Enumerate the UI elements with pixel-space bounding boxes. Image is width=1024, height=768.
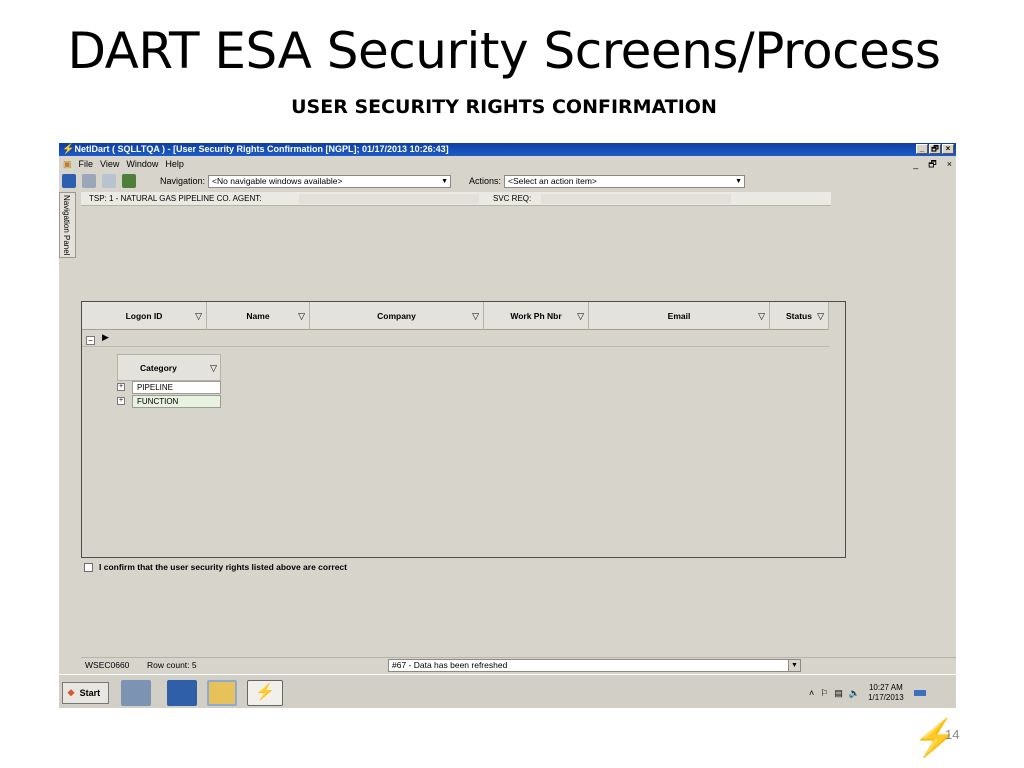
tools-icon[interactable] <box>122 174 136 188</box>
close-button[interactable]: × <box>942 144 954 154</box>
category-cell[interactable]: PIPELINE <box>132 381 221 394</box>
slide-title: DART ESA Security Screens/Process <box>67 22 941 80</box>
volume-icon[interactable]: 🔈 <box>849 688 860 699</box>
column-logon-id[interactable]: Logon ID ▽ <box>82 302 207 330</box>
print-preview-icon[interactable] <box>102 174 116 188</box>
status-bar: WSEC0660 Row count: 5 #67 - Data has bee… <box>81 657 956 672</box>
show-desktop-button[interactable] <box>913 690 926 696</box>
action-center-flag-icon[interactable]: ⚐ <box>820 688 828 699</box>
category-subgrid: Category ▽ + PIPELINE + FUNCTION <box>117 354 221 411</box>
column-name[interactable]: Name ▽ <box>207 302 310 330</box>
tray-expand-icon[interactable]: ˄ <box>809 688 814 698</box>
column-work-ph-nbr[interactable]: Work Ph Nbr ▽ <box>484 302 589 330</box>
toolbar: Navigation: <No navigable windows availa… <box>59 172 956 190</box>
actions-select[interactable]: <Select an action item> ▼ <box>504 174 746 188</box>
screen-code: WSEC0660 <box>85 660 130 670</box>
header-infobar: TSP: 1 - NATURAL GAS PIPELINE CO. AGENT:… <box>81 192 831 206</box>
slide-subtitle: USER SECURITY RIGHTS CONFIRMATION <box>291 96 717 118</box>
confirm-label: I confirm that the user security rights … <box>99 562 347 572</box>
navigation-label: Navigation: <box>160 176 206 186</box>
chevron-down-icon[interactable]: ▼ <box>788 660 800 671</box>
mdi-close-button[interactable]: × <box>947 157 952 171</box>
open-icon[interactable] <box>82 174 96 188</box>
svc-req-field <box>541 194 731 204</box>
list-item[interactable]: + PIPELINE <box>117 381 221 394</box>
navigation-select-value: <No navigable windows available> <box>212 175 343 186</box>
maximize-button[interactable]: 🗗 <box>929 144 941 154</box>
table-row[interactable]: − ▶ <box>82 331 829 347</box>
dart-app-taskbar-icon[interactable]: ⚡ <box>247 680 283 706</box>
dart-app-icon: ⚡ <box>62 144 75 155</box>
menu-help[interactable]: Help <box>165 157 184 171</box>
filter-icon[interactable]: ▽ <box>195 302 202 330</box>
explorer-folder-icon[interactable] <box>207 680 237 706</box>
mdi-controls: _ 🗗 × <box>913 157 952 171</box>
minimize-button[interactable]: _ <box>916 144 928 154</box>
column-company[interactable]: Company ▽ <box>310 302 484 330</box>
network-manager-icon[interactable] <box>121 680 151 706</box>
mdi-minimize-button[interactable]: _ <box>913 157 918 171</box>
svc-req-label: SVC REQ: <box>493 194 532 203</box>
list-item[interactable]: + FUNCTION <box>117 395 221 408</box>
menu-view[interactable]: View <box>100 157 119 171</box>
app-screenshot: ⚡ NetIDart ( SQLLTQA ) - [User Security … <box>59 143 956 708</box>
clock-time: 10:27 AM <box>868 683 903 692</box>
row-count: Row count: 5 <box>147 660 197 670</box>
mdi-restore-button[interactable]: 🗗 <box>928 157 936 171</box>
column-email[interactable]: Email ▽ <box>589 302 770 330</box>
filter-icon[interactable]: ▽ <box>210 355 217 382</box>
chevron-down-icon[interactable]: ▼ <box>735 176 742 187</box>
status-message: #67 - Data has been refreshed <box>392 660 508 670</box>
start-label: Start <box>79 688 101 698</box>
expand-icon[interactable]: + <box>117 397 125 405</box>
system-tray: ˄ ⚐ ▤ 🔈 10:27 AM 1/17/2013 <box>809 681 956 705</box>
agent-field <box>299 194 479 204</box>
filter-icon[interactable]: ▽ <box>758 302 765 330</box>
filter-icon[interactable]: ▽ <box>472 302 479 330</box>
mdi-document-icon[interactable]: ▣ <box>63 157 72 171</box>
navigation-select[interactable]: <No navigable windows available> ▼ <box>208 174 452 188</box>
navigation-panel-label: Navigation Panel <box>62 195 71 256</box>
category-cell[interactable]: FUNCTION <box>132 395 221 408</box>
windows-flag-icon: ❖ <box>67 688 76 698</box>
status-message-select[interactable]: #67 - Data has been refreshed ▼ <box>388 659 801 672</box>
menu-bar: ▣ File View Window Help <box>59 157 956 171</box>
navigation-panel-tab[interactable]: Navigation Panel <box>59 192 76 258</box>
chevron-down-icon[interactable]: ▼ <box>441 176 448 187</box>
actions-select-value: <Select an action item> <box>508 175 597 186</box>
grid-header: Logon ID ▽ Name ▽ Company ▽ Work Ph Nbr … <box>82 302 829 330</box>
column-category[interactable]: Category ▽ <box>117 354 221 381</box>
tray-clock[interactable]: 10:27 AM 1/17/2013 <box>868 683 904 703</box>
network-icon[interactable]: ▤ <box>834 688 843 699</box>
filter-icon[interactable]: ▽ <box>577 302 584 330</box>
collapse-icon[interactable]: − <box>86 336 95 345</box>
clock-date: 1/17/2013 <box>868 693 904 702</box>
row-selector-icon: ▶ <box>102 332 109 342</box>
window-titlebar[interactable]: ⚡ NetIDart ( SQLLTQA ) - [User Security … <box>59 143 956 156</box>
save-icon[interactable] <box>62 174 76 188</box>
window-controls: _ 🗗 × <box>916 144 954 154</box>
confirm-checkbox[interactable] <box>84 562 93 572</box>
filter-icon[interactable]: ▽ <box>817 302 824 330</box>
tsp-agent-label: TSP: 1 - NATURAL GAS PIPELINE CO. AGENT: <box>89 194 262 203</box>
actions-label: Actions: <box>469 176 502 186</box>
windows-taskbar: ❖ Start ⚡ ˄ ⚐ ▤ 🔈 10:27 AM 1/17/2013 <box>59 674 956 708</box>
menu-window[interactable]: Window <box>126 157 158 171</box>
user-rights-grid: Logon ID ▽ Name ▽ Company ▽ Work Ph Nbr … <box>81 301 846 558</box>
window-title: NetIDart ( SQLLTQA ) - [User Security Ri… <box>74 144 449 154</box>
filter-icon[interactable]: ▽ <box>298 302 305 330</box>
start-button[interactable]: ❖ Start <box>62 682 109 704</box>
menu-file[interactable]: File <box>79 157 94 171</box>
column-status[interactable]: Status ▽ <box>770 302 829 330</box>
confirm-checkbox-row[interactable]: I confirm that the user security rights … <box>84 561 347 573</box>
powershell-icon[interactable] <box>167 680 197 706</box>
page-number: 14 <box>945 727 960 742</box>
expand-icon[interactable]: + <box>117 383 125 391</box>
